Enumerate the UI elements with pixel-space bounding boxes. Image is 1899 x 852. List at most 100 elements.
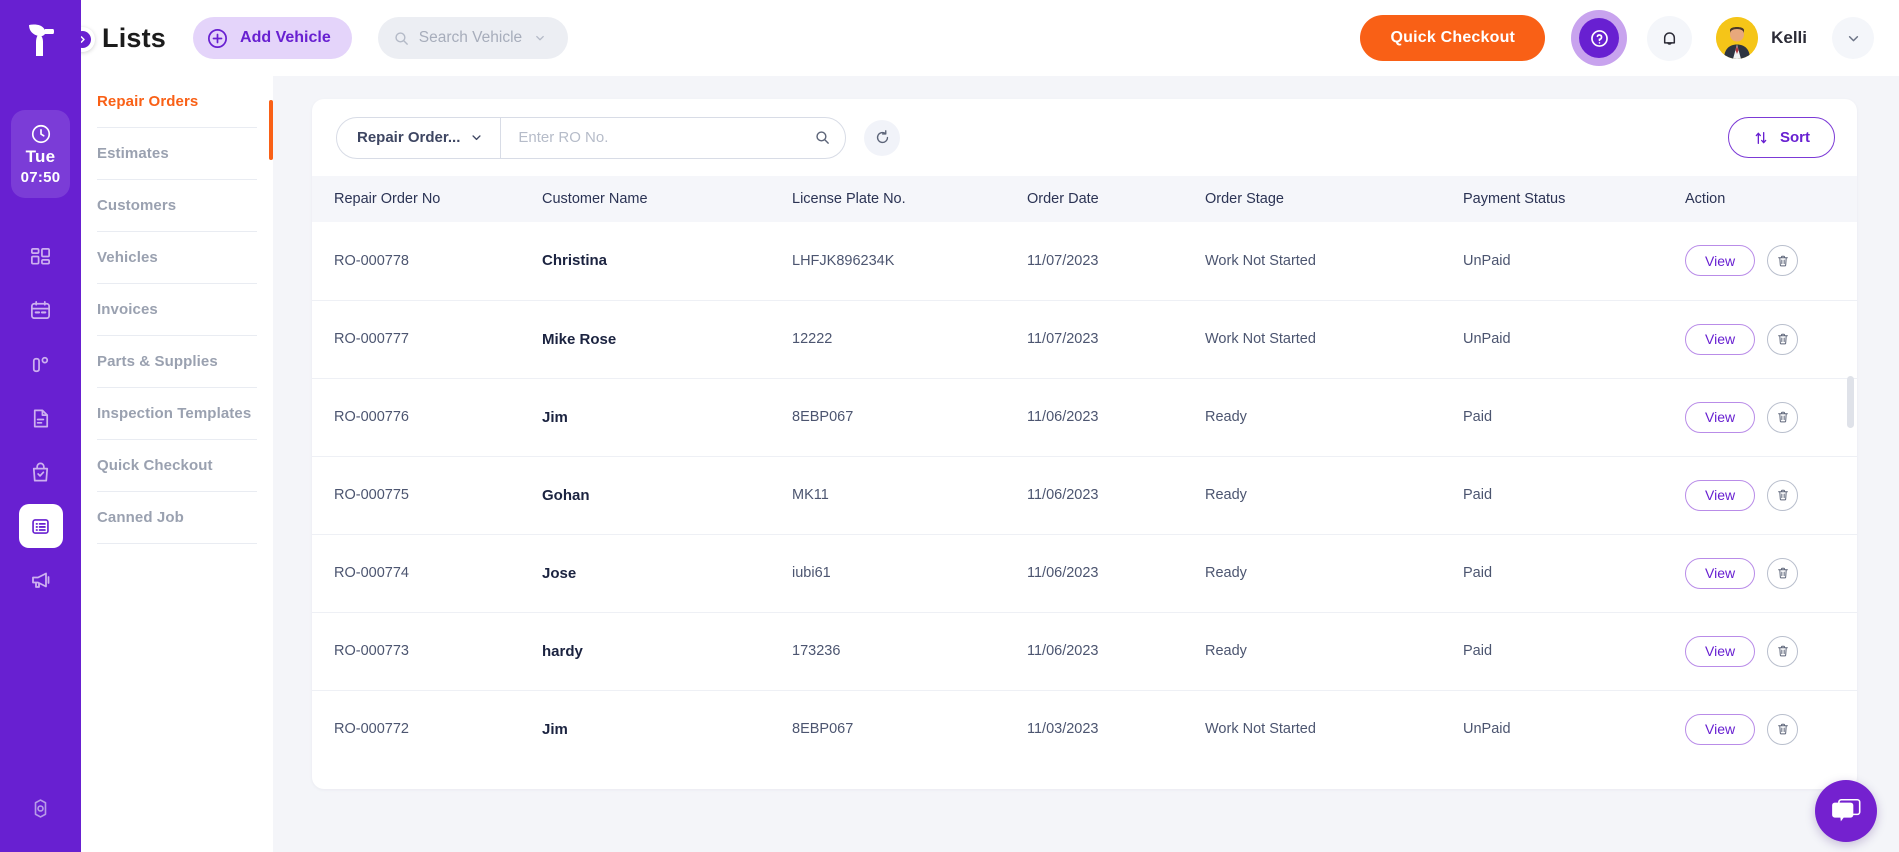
- chevron-down-icon: [1845, 30, 1862, 47]
- cell-customer-name: Jim: [542, 720, 568, 738]
- delete-button[interactable]: [1767, 401, 1799, 433]
- view-button[interactable]: View: [1685, 713, 1756, 745]
- cell-order-stage: Ready: [1205, 378, 1463, 457]
- sidebar-item-quick-checkout[interactable]: Quick Checkout: [97, 440, 257, 492]
- cell-order-date: 11/06/2023: [1027, 456, 1205, 535]
- view-button[interactable]: View: [1685, 401, 1756, 433]
- rail-item-lists[interactable]: [18, 504, 63, 548]
- action-group: View: [1685, 557, 1857, 589]
- cell-payment-status: UnPaid: [1463, 300, 1685, 379]
- sidebar-item-estimates[interactable]: Estimates: [97, 128, 257, 180]
- view-button[interactable]: View: [1685, 323, 1756, 355]
- filter-type-select[interactable]: Repair Order...: [337, 117, 502, 158]
- delete-button[interactable]: [1767, 245, 1799, 277]
- cell-order-date: 11/07/2023: [1027, 222, 1205, 301]
- ro-filter-group: Repair Order...: [336, 116, 846, 159]
- sidebar-item-label: Customers: [97, 197, 177, 214]
- user-menu-caret-button[interactable]: [1832, 17, 1874, 59]
- rail-item-parts[interactable]: [19, 342, 63, 386]
- rail-item-documents[interactable]: [19, 396, 63, 440]
- dashboard-grid-icon: [31, 247, 50, 265]
- table-row[interactable]: RO-000775 Gohan MK11 11/06/2023 Ready Paid Vie…: [312, 456, 1857, 535]
- cell-order-stage: Work Not Started: [1205, 222, 1463, 301]
- delete-button[interactable]: [1767, 557, 1799, 589]
- sidebar-item-canned-job[interactable]: Canned Job: [97, 492, 257, 544]
- sidebar-item-vehicles[interactable]: Vehicles: [97, 232, 257, 284]
- rail-item-shop[interactable]: [19, 450, 63, 494]
- delete-button[interactable]: [1767, 479, 1799, 511]
- sidebar-item-label: Canned Job: [97, 509, 184, 526]
- search-submit-button[interactable]: [805, 121, 839, 155]
- column-header-payment-status[interactable]: Payment Status: [1463, 176, 1685, 222]
- view-button[interactable]: View: [1685, 557, 1756, 589]
- view-button[interactable]: View: [1685, 245, 1756, 277]
- shopping-bag-check-icon: [32, 462, 49, 482]
- table-row[interactable]: RO-000772 Jim 8EBP067 11/03/2023 Work Not St…: [312, 690, 1857, 768]
- cell-repair-order-no: RO-000773: [312, 612, 542, 691]
- cell-payment-status: Paid: [1463, 612, 1685, 691]
- delete-button[interactable]: [1767, 713, 1799, 745]
- notifications-button[interactable]: [1647, 15, 1693, 61]
- table-scrollbar[interactable]: [1847, 236, 1854, 789]
- refresh-button[interactable]: [864, 119, 900, 156]
- trash-icon: [1776, 644, 1790, 658]
- cell-payment-status: UnPaid: [1463, 222, 1685, 301]
- search-icon: [393, 30, 410, 47]
- search-input[interactable]: [518, 129, 805, 146]
- cell-license-plate: iubi61: [792, 534, 1027, 613]
- column-header-license-plate[interactable]: License Plate No.: [792, 176, 1027, 222]
- help-button[interactable]: [1571, 10, 1628, 66]
- cell-order-stage: Ready: [1205, 612, 1463, 691]
- table-scrollbar-thumb[interactable]: [1847, 376, 1854, 428]
- sidebar-item-label: Inspection Templates: [97, 405, 252, 422]
- delete-button[interactable]: [1767, 323, 1799, 355]
- column-header-repair-order-no[interactable]: Repair Order No: [312, 176, 542, 222]
- top-bar-right-group: Quick Checkout Kelli: [1360, 10, 1899, 66]
- table-row[interactable]: RO-000776 Jim 8EBP067 11/06/2023 Ready Paid Vi…: [312, 378, 1857, 457]
- app-logo[interactable]: [0, 0, 81, 76]
- quick-checkout-button[interactable]: Quick Checkout: [1360, 15, 1546, 61]
- table-row[interactable]: RO-000773 hardy 173236 11/06/2023 Ready Paid V…: [312, 612, 1857, 691]
- add-vehicle-button[interactable]: Add Vehicle: [193, 17, 352, 59]
- table-row[interactable]: RO-000777 Mike Rose 12222 11/07/2023 Work No…: [312, 300, 1857, 379]
- delete-button[interactable]: [1767, 635, 1799, 667]
- table-head: Repair Order No Customer Name License Pl…: [312, 176, 1857, 222]
- cell-order-stage: Work Not Started: [1205, 721, 1316, 738]
- column-header-order-stage[interactable]: Order Stage: [1205, 176, 1463, 222]
- column-header-order-date[interactable]: Order Date: [1027, 176, 1205, 222]
- search-vehicle-dropdown[interactable]: Search Vehicle: [377, 17, 568, 59]
- top-bar: Lists Add Vehicle Search Vehicle Quick C…: [70, 0, 1899, 76]
- cell-repair-order-no: RO-000778: [312, 222, 542, 301]
- view-button[interactable]: View: [1685, 635, 1756, 667]
- sort-button[interactable]: Sort: [1728, 117, 1835, 158]
- rail-item-calendar[interactable]: [19, 288, 63, 332]
- chat-widget-button[interactable]: [1815, 780, 1877, 842]
- cell-action: View: [1685, 300, 1857, 379]
- action-group: View: [1685, 401, 1857, 433]
- cell-repair-order-no: RO-000774: [312, 534, 542, 613]
- cell-customer-name: Christina: [542, 222, 792, 301]
- rail-item-announcements[interactable]: [19, 558, 63, 602]
- rail-item-dashboard[interactable]: [19, 234, 63, 278]
- trash-icon: [1776, 722, 1790, 736]
- table-wrap: Repair Order No Customer Name License Pl…: [312, 176, 1857, 789]
- cell-repair-order-no: RO-000775: [312, 456, 542, 535]
- column-header-customer-name[interactable]: Customer Name: [542, 176, 792, 222]
- sidebar-item-label: Estimates: [97, 145, 169, 162]
- sidebar-item-invoices[interactable]: Invoices: [97, 284, 257, 336]
- sidebar-item-parts-supplies[interactable]: Parts & Supplies: [97, 336, 257, 388]
- table-row[interactable]: RO-000778 Christina LHFJK896234K 11/07/2023…: [312, 222, 1857, 301]
- cell-order-date: 11/06/2023: [1027, 378, 1205, 457]
- user-menu[interactable]: Kelli: [1716, 17, 1874, 59]
- view-button[interactable]: View: [1685, 479, 1756, 511]
- sidebar-item-inspection-templates[interactable]: Inspection Templates: [97, 388, 257, 440]
- sidebar-item-customers[interactable]: Customers: [97, 180, 257, 232]
- rail-item-settings[interactable]: [19, 786, 63, 830]
- user-name: Kelli: [1771, 28, 1807, 47]
- chevron-down-icon: [533, 31, 547, 45]
- gear-icon: [34, 798, 47, 818]
- table-row[interactable]: RO-000774 Jose iubi61 11/06/2023 Ready Paid Vi…: [312, 534, 1857, 613]
- clock-time: 07:50: [20, 168, 61, 186]
- cell-action: View: [1685, 378, 1857, 457]
- sidebar-item-repair-orders[interactable]: Repair Orders: [97, 76, 257, 128]
